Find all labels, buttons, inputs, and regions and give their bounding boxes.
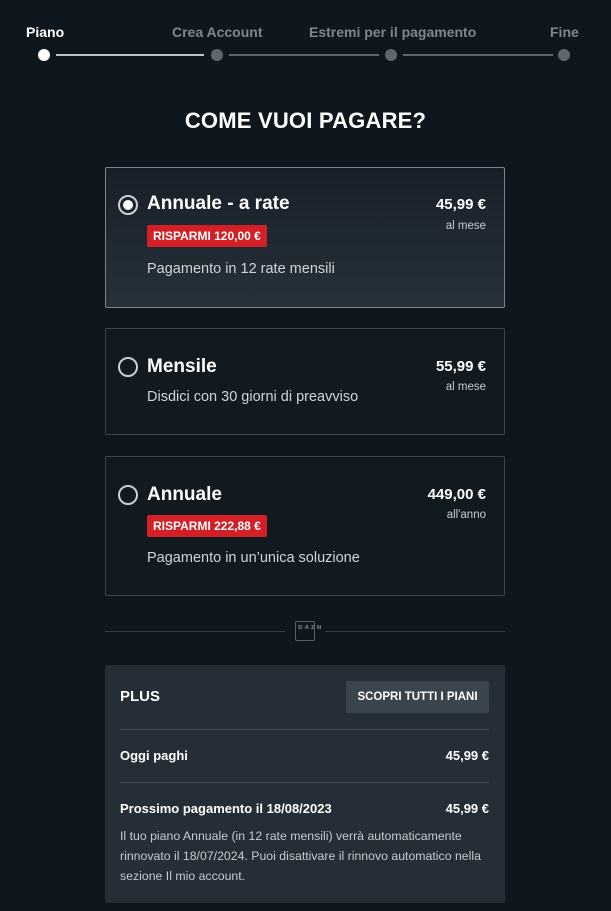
step-dot-piano	[38, 49, 50, 61]
divider-line	[325, 631, 505, 632]
plan-period: al mese	[445, 381, 486, 393]
plan-period: all'anno	[446, 509, 486, 521]
step-label-fine: Fine	[550, 24, 579, 40]
step-dot-fine	[558, 49, 570, 61]
summary-divider	[120, 782, 489, 783]
step-dot-crea-account	[211, 49, 223, 61]
radio-button[interactable]	[118, 485, 138, 505]
step-label-estremi-pagamento: Estremi per il pagamento	[309, 24, 477, 40]
plan-name: Annuale - a rate	[147, 193, 290, 214]
page-title: COME VUOI PAGARE?	[184, 108, 427, 133]
savings-badge: RISPARMI 120,00 €	[147, 225, 267, 247]
renewal-note: Il tuo piano Annuale (in 12 rate mensili…	[120, 829, 481, 883]
today-payment-label: Oggi paghi	[120, 748, 188, 763]
step-dot-estremi-pagamento	[385, 49, 397, 61]
plan-period: al mese	[445, 220, 486, 232]
plan-description: Pagamento in 12 rate mensili	[147, 261, 335, 277]
order-summary: PLUS SCOPRI TUTTI I PIANI Oggi paghi 45,…	[105, 665, 505, 903]
summary-plan-name: PLUS	[120, 688, 161, 705]
radio-button-selected[interactable]	[118, 195, 138, 215]
dazn-logo: DAZN	[295, 621, 321, 641]
plan-description: Disdici con 30 giorni di preavviso	[147, 389, 359, 405]
step-label-piano: Piano	[26, 24, 65, 40]
plan-price: 45,99 €	[435, 196, 486, 213]
progress-stepper: Piano Crea Account Estremi per il pagame…	[0, 0, 611, 74]
savings-badge: RISPARMI 222,88 €	[147, 515, 267, 537]
step-connector	[56, 54, 204, 56]
next-payment-amount: 45,99 €	[445, 801, 489, 816]
plan-name: Mensile	[147, 356, 217, 377]
plan-card-mensile[interactable]: Mensile Disdici con 30 giorni di preavvi…	[105, 328, 505, 435]
divider-line	[105, 631, 285, 632]
step-connector	[229, 54, 379, 56]
plan-card-annuale[interactable]: Annuale RISPARMI 222,88 € Pagamento in u…	[105, 456, 505, 596]
plan-price: 55,99 €	[435, 358, 486, 375]
radio-button[interactable]	[118, 357, 138, 377]
step-label-crea-account: Crea Account	[172, 24, 263, 40]
plan-description: Pagamento in un’unica soluzione	[147, 550, 360, 566]
discover-all-plans-button[interactable]: SCOPRI TUTTI I PIANI	[346, 681, 489, 713]
summary-divider	[120, 729, 489, 730]
today-payment-amount: 45,99 €	[445, 748, 489, 763]
plan-card-annuale-a-rate[interactable]: Annuale - a rate RISPARMI 120,00 € Pagam…	[105, 167, 505, 308]
next-payment-label: Prossimo pagamento il 18/08/2023	[120, 801, 332, 816]
step-connector	[403, 54, 553, 56]
plan-price: 449,00 €	[427, 486, 486, 503]
plan-name: Annuale	[147, 484, 222, 505]
